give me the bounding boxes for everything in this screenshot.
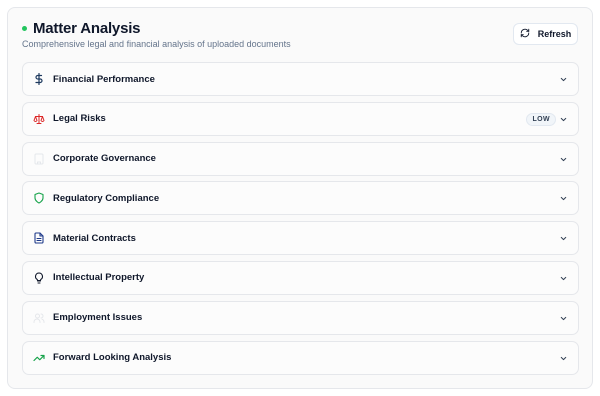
section-label: Forward Looking Analysis (53, 352, 172, 364)
section-label: Employment Issues (53, 312, 143, 324)
section-label: Legal Risks (53, 113, 106, 125)
chevron-down-icon (560, 77, 567, 82)
section-material-contracts[interactable]: Material Contracts (22, 221, 579, 256)
chevron-down-icon (560, 316, 567, 320)
chevron-down-icon (560, 276, 567, 281)
refresh-icon (520, 28, 530, 40)
chevron-down-icon (560, 356, 567, 360)
analysis-card: Matter Analysis Comprehensive legal and … (7, 7, 593, 389)
section-label: Corporate Governance (53, 153, 156, 165)
section-label: Regulatory Compliance (53, 192, 160, 204)
page-title: Matter Analysis (33, 20, 141, 37)
section-label: Material Contracts (53, 232, 136, 244)
shield-icon (33, 192, 45, 204)
header: Matter Analysis Comprehensive legal and … (22, 20, 578, 60)
sections-list: Financial Performance Legal Risks LOW Co… (22, 62, 579, 380)
section-intellectual-property[interactable]: Intellectual Property (22, 260, 579, 295)
building-icon (33, 153, 45, 165)
section-label: Financial Performance (53, 73, 155, 85)
chevron-down-icon (560, 117, 567, 121)
lightbulb-icon (33, 272, 45, 284)
page-subtitle: Comprehensive legal and financial analys… (22, 39, 291, 49)
trending-up-icon (33, 352, 45, 364)
refresh-label: Refresh (537, 29, 572, 39)
chevron-down-icon (560, 237, 567, 241)
users-icon (33, 312, 45, 324)
title-row: Matter Analysis (22, 20, 578, 37)
section-regulatory-compliance[interactable]: Regulatory Compliance (22, 181, 579, 216)
scales-icon (33, 113, 45, 125)
section-corporate-governance[interactable]: Corporate Governance (22, 141, 579, 176)
section-label: Intellectual Property (53, 272, 145, 284)
section-financial-performance[interactable]: Financial Performance (22, 62, 579, 96)
chevron-down-icon (560, 197, 567, 201)
document-icon (33, 232, 45, 244)
refresh-button[interactable]: Refresh (513, 23, 578, 45)
risk-level-badge: LOW (526, 112, 556, 126)
chevron-down-icon (560, 157, 567, 161)
section-employment-issues[interactable]: Employment Issues (22, 300, 579, 335)
status-dot (22, 26, 27, 31)
dollar-sign-icon (33, 73, 45, 85)
section-forward-looking-analysis[interactable]: Forward Looking Analysis (22, 340, 579, 375)
section-legal-risks[interactable]: Legal Risks LOW (22, 101, 579, 136)
